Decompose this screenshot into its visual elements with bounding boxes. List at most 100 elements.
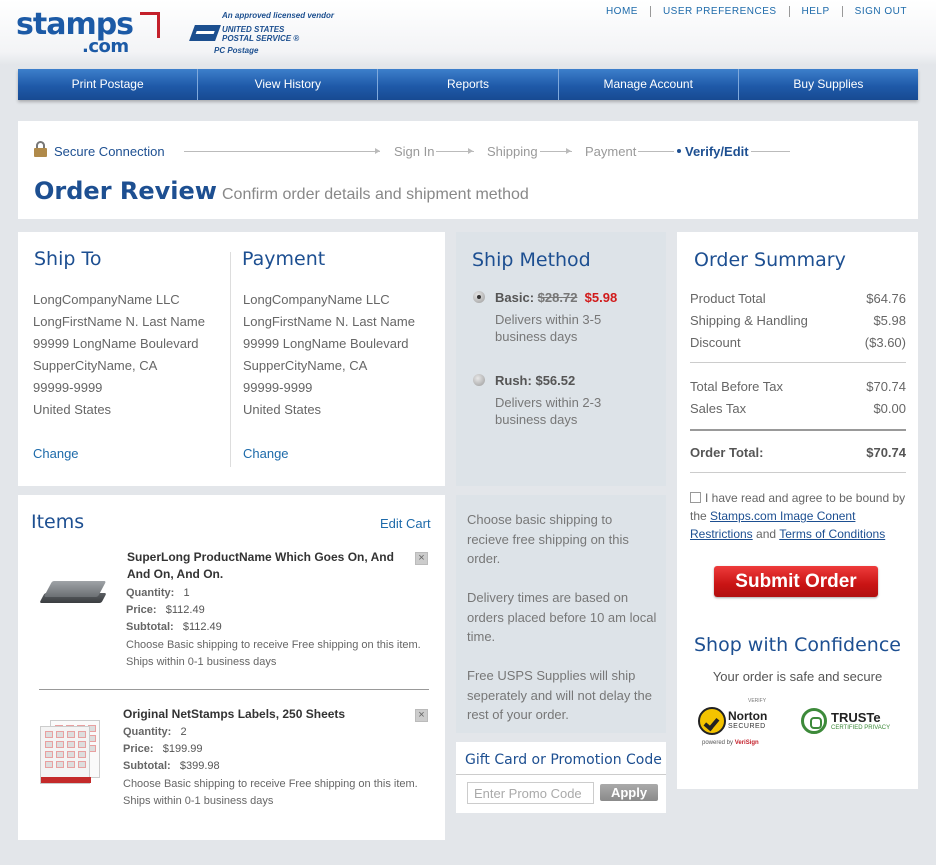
- summary-row-discount: Discount ($3.60): [690, 335, 906, 350]
- items-heading: Items: [31, 511, 85, 533]
- payment-heading: Payment: [242, 248, 326, 270]
- truste-badge[interactable]: TRUSTe CERTIFIED PRIVACY: [801, 708, 911, 738]
- shop-with-confidence-heading: Shop with Confidence: [693, 634, 901, 656]
- terms-of-conditions-link[interactable]: Terms of Conditions: [779, 527, 885, 541]
- shipping-info-text: Free USPS Supplies will ship seperately …: [467, 668, 653, 722]
- step-sign-in: Sign In: [392, 144, 437, 159]
- item-quantity: 1: [183, 587, 190, 599]
- payment-change-link[interactable]: Change: [243, 443, 415, 465]
- rush-shipping-desc: Delivers within 2-3 business days: [495, 395, 602, 427]
- current-step-dot: [677, 149, 681, 153]
- payment-line: 99999 LongName Boulevard: [243, 336, 409, 351]
- usps-line1: UNITED STATES: [222, 25, 285, 34]
- home-link[interactable]: HOME: [594, 6, 650, 17]
- norton-verify-text: VERIFY: [748, 698, 767, 704]
- order-summary-heading: Order Summary: [694, 249, 846, 271]
- apply-button[interactable]: Apply: [600, 784, 658, 801]
- promo-code-input[interactable]: [467, 782, 594, 804]
- ship-to-line: United States: [33, 402, 112, 417]
- summary-label: Product Total: [690, 291, 766, 306]
- item-shipping-note: Choose Basic shipping to receive Free sh…: [123, 778, 418, 807]
- postal-scale-image: [39, 575, 108, 611]
- tab-print-postage[interactable]: Print Postage: [18, 69, 197, 100]
- secure-connection-label: Secure Connection: [52, 144, 167, 159]
- quantity-label: Quantity:: [126, 587, 175, 599]
- step-arrow-icon: [375, 148, 380, 154]
- summary-row-product-total: Product Total $64.76: [690, 291, 906, 306]
- payment-line: United States: [243, 402, 322, 417]
- usps-logo: An approved licensed vendor UNITED STATE…: [189, 11, 334, 55]
- step-verify-edit: Verify/Edit: [683, 144, 751, 159]
- lock-icon: [34, 141, 47, 157]
- ship-to-change-link[interactable]: Change: [33, 443, 205, 465]
- safe-secure-text: Your order is safe and secure: [712, 669, 883, 684]
- remove-item-button[interactable]: ×: [415, 552, 428, 565]
- summary-divider: [690, 472, 906, 473]
- summary-label: Sales Tax: [690, 401, 747, 416]
- summary-divider: [690, 362, 906, 363]
- rush-shipping-option[interactable]: Rush: $56.52: [495, 373, 575, 388]
- basic-shipping-option[interactable]: Basic: $28.72 $5.98: [495, 290, 617, 305]
- ship-to-line: 99999-9999: [33, 380, 103, 395]
- stamps-logo[interactable]: stamps .com: [16, 10, 160, 57]
- step-payment: Payment: [583, 144, 639, 159]
- norton-secured-badge[interactable]: VERIFY Norton SECURED powered by VeriSig…: [698, 698, 780, 754]
- shipping-info-panel: Choose basic shipping to recieve free sh…: [456, 495, 666, 733]
- basic-old-price: $28.72: [537, 290, 578, 305]
- order-total-value: $70.74: [866, 445, 906, 460]
- item-details: Quantity: 1 Price: $112.49 Subtotal: $11…: [126, 585, 222, 636]
- progress-panel: Secure Connection Sign In Shipping Payme…: [18, 121, 918, 219]
- item-price: $199.99: [162, 743, 203, 755]
- promo-code-panel: Gift Card or Promotion Code Apply: [456, 742, 666, 813]
- norton-secured-text: SECURED: [728, 723, 766, 730]
- rush-price: $56.52: [535, 373, 576, 388]
- help-link[interactable]: HELP: [788, 6, 842, 17]
- promo-code-heading: Gift Card or Promotion Code: [465, 752, 662, 768]
- tab-manage-account[interactable]: Manage Account: [557, 69, 738, 100]
- summary-label: Discount: [690, 335, 741, 350]
- edit-cart-link[interactable]: Edit Cart: [380, 516, 431, 531]
- basic-price: $5.98: [584, 290, 618, 305]
- basic-shipping-radio[interactable]: [473, 291, 485, 303]
- price-label: Price:: [123, 743, 154, 755]
- summary-value: ($3.60): [864, 335, 906, 350]
- terms-checkbox[interactable]: [690, 492, 701, 503]
- summary-value: $0.00: [873, 401, 906, 416]
- step-connector: [184, 151, 380, 152]
- tab-buy-supplies[interactable]: Buy Supplies: [737, 69, 918, 100]
- rush-shipping-radio[interactable]: [473, 374, 485, 386]
- subtotal-label: Subtotal:: [123, 760, 171, 772]
- user-preferences-link[interactable]: USER PREFERENCES: [649, 6, 789, 17]
- logo-red-mark: [140, 12, 160, 38]
- order-total-label: Order Total:: [690, 445, 764, 460]
- summary-row-order-total: Order Total: $70.74: [690, 445, 906, 460]
- summary-value: $5.98: [873, 313, 906, 328]
- ship-to-line: LongFirstName N. Last Name: [33, 314, 205, 329]
- summary-label: Shipping & Handling: [690, 313, 808, 328]
- sign-out-link[interactable]: SIGN OUT: [841, 6, 919, 17]
- terms-agreement: I have read and agree to be bound by the…: [690, 489, 908, 543]
- summary-label: Total Before Tax: [690, 379, 783, 394]
- checkout-steps: Secure Connection Sign In Shipping Payme…: [34, 141, 794, 159]
- tab-view-history[interactable]: View History: [197, 69, 377, 100]
- payment-line: LongCompanyName LLC: [243, 292, 390, 307]
- item-shipping-note: Choose Basic shipping to receive Free sh…: [126, 639, 421, 668]
- payment-line: LongFirstName N. Last Name: [243, 314, 415, 329]
- logo-suffix: .com: [82, 36, 129, 57]
- item-subtotal: $112.49: [182, 621, 222, 633]
- norton-check-icon: [698, 707, 726, 735]
- tab-reports[interactable]: Reports: [377, 69, 557, 100]
- truste-name: TRUSTe: [831, 710, 881, 725]
- payment-line: 99999-9999: [243, 380, 313, 395]
- item-quantity: 2: [180, 726, 187, 738]
- remove-item-button[interactable]: ×: [415, 709, 428, 722]
- shipping-info-text: Choose basic shipping to recieve free sh…: [467, 512, 629, 566]
- order-summary-panel: Order Summary Product Total $64.76 Shippi…: [677, 232, 918, 789]
- quantity-label: Quantity:: [123, 726, 172, 738]
- truste-subtitle: CERTIFIED PRIVACY: [831, 725, 891, 731]
- price-label: Price:: [126, 604, 157, 616]
- basic-label: Basic:: [495, 290, 535, 305]
- submit-order-button[interactable]: Submit Order: [714, 566, 878, 597]
- norton-name: Norton: [728, 709, 768, 723]
- item-name-line: And On, And On.: [127, 567, 224, 581]
